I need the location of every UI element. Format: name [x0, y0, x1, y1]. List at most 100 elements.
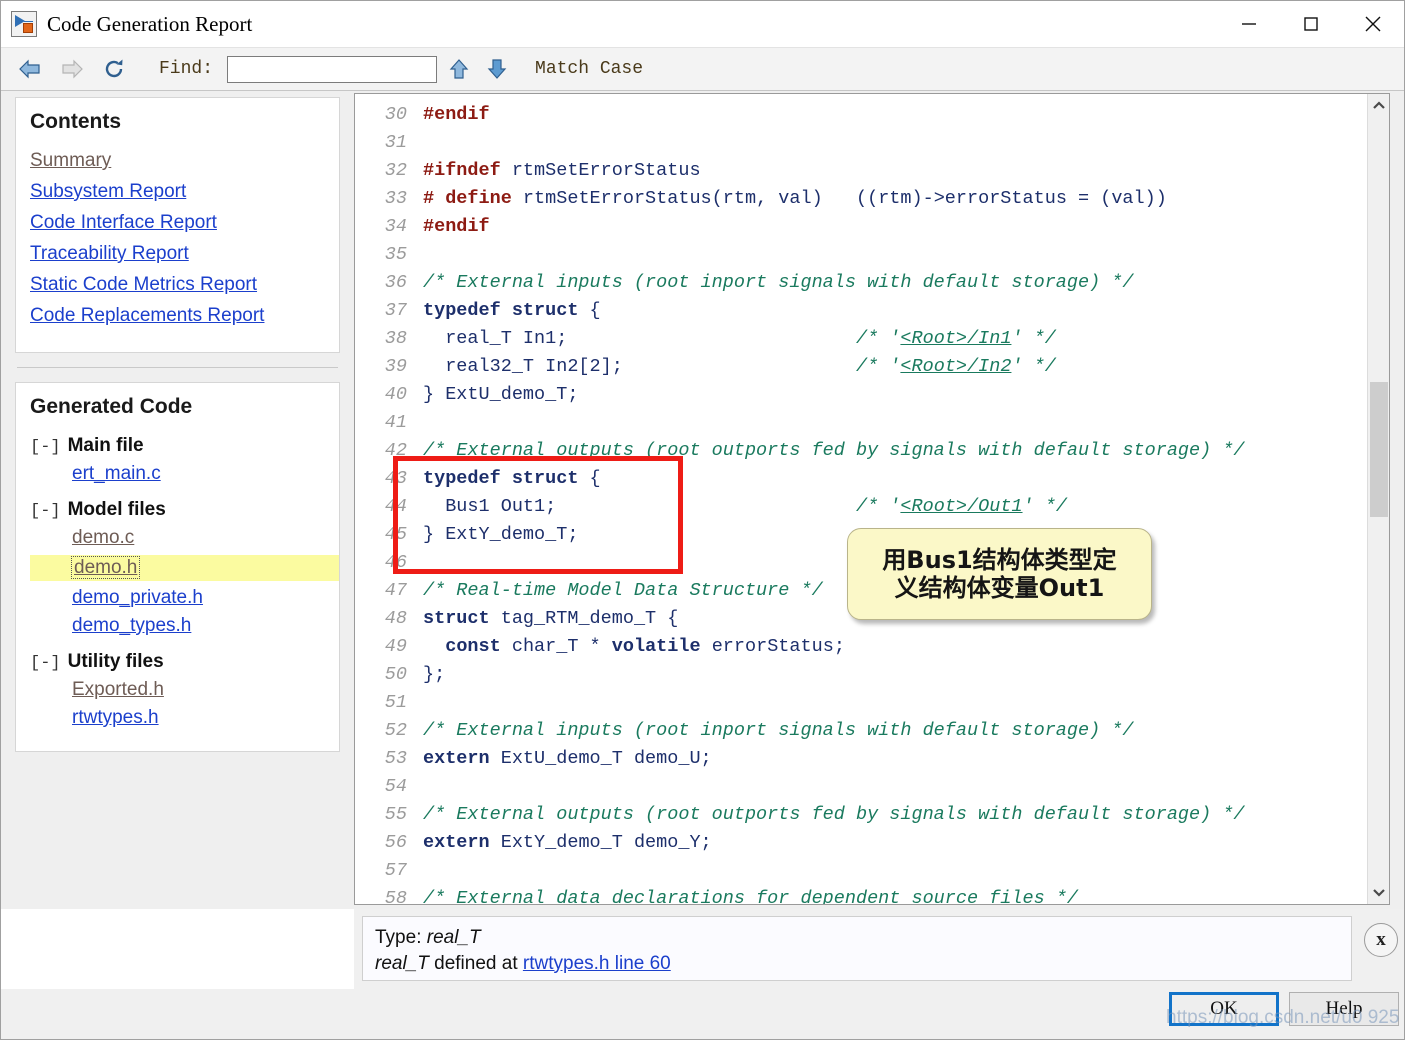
tree-file-demo-h[interactable]: demo.h	[30, 555, 339, 581]
tree-toggle-icon[interactable]: [-]	[30, 438, 61, 457]
line-number: 48	[384, 607, 407, 629]
code-token: /* '	[855, 327, 901, 349]
code-generation-report-window: Code Generation Report Find: Match Case …	[0, 0, 1405, 1040]
line-number: 42	[384, 439, 407, 461]
refresh-icon[interactable]	[97, 54, 131, 84]
code-text: /* External data declarations for depend…	[423, 888, 1078, 905]
minimize-button[interactable]	[1218, 1, 1280, 47]
titlebar: Code Generation Report	[1, 1, 1404, 47]
code-text: #endif	[423, 104, 490, 125]
help-button[interactable]: Help	[1289, 992, 1399, 1026]
back-arrow-icon[interactable]	[13, 54, 47, 84]
ok-button[interactable]: OK	[1169, 992, 1279, 1026]
rtwtypes-link[interactable]: rtwtypes.h line 60	[523, 953, 671, 974]
tree-group-1: [-] Model files	[30, 499, 325, 521]
tree-group-2: [-] Utility files	[30, 651, 325, 673]
code-link[interactable]: <Root>/In2	[900, 356, 1011, 377]
code-token: #endif	[423, 215, 490, 237]
code-link[interactable]: <Root>/Out1	[900, 496, 1022, 517]
type-info-line-2: real_T defined at rtwtypes.h line 60	[375, 951, 1339, 977]
type-info-value: real_T	[426, 927, 481, 948]
tree-file-ert-main-c[interactable]: ert_main.c	[72, 463, 325, 485]
code-line: 41	[355, 408, 1367, 436]
code-token: /* External inputs (root inport signals …	[423, 719, 1134, 741]
code-line: 34 #endif	[355, 212, 1367, 240]
code-line: 58 /* External data declarations for depe…	[355, 884, 1367, 905]
code-token: /* '	[855, 355, 901, 377]
code-text: extern ExtY_demo_T demo_Y;	[423, 832, 712, 853]
annotation-callout: 用Bus1结构体类型定 义结构体变量Out1	[847, 528, 1152, 620]
line-number: 46	[384, 551, 407, 573]
tree-file-rtwtypes-h[interactable]: rtwtypes.h	[72, 707, 325, 729]
generated-code-title: Generated Code	[30, 395, 193, 418]
code-text: #ifndef rtmSetErrorStatus	[423, 160, 701, 181]
line-number: 51	[384, 691, 407, 713]
code-line: 50};	[355, 660, 1367, 688]
contents-link-4[interactable]: Static Code Metrics Report	[30, 274, 325, 296]
tree-group-label: Main file	[67, 435, 144, 456]
line-number: 40	[384, 383, 407, 405]
code-text: #endif	[423, 216, 490, 237]
code-token: tag_RTM_demo_T {	[489, 607, 679, 629]
arrow-down-icon[interactable]	[481, 54, 513, 84]
type-info-box: Type: real_T real_T defined at rtwtypes.…	[362, 916, 1352, 981]
code-token: char_T *	[500, 635, 612, 657]
maximize-button[interactable]	[1280, 1, 1342, 47]
search-input[interactable]	[227, 55, 438, 83]
tree-file-demo-types-h[interactable]: demo_types.h	[72, 615, 325, 637]
code-token: extern	[423, 747, 490, 769]
sidebar: Contents Summary Subsystem Report Code Int…	[15, 97, 340, 907]
code-text: extern ExtU_demo_T demo_U;	[423, 748, 712, 769]
contents-link-5[interactable]: Code Replacements Report	[30, 305, 325, 327]
line-number: 39	[384, 355, 407, 377]
code-line: 42 /* External outputs (root outports fed…	[355, 436, 1367, 464]
scrollbar-thumb[interactable]	[1370, 382, 1388, 517]
code-scrollbar[interactable]	[1367, 94, 1389, 904]
callout-line-1: 用Bus1结构体类型定	[882, 545, 1117, 574]
code-token: # define	[423, 187, 512, 209]
close-button[interactable]	[1342, 1, 1404, 47]
line-number: 47	[384, 579, 407, 601]
code-line: 36 /* External inputs (root inport signal…	[355, 268, 1367, 296]
tree-toggle-icon[interactable]: [-]	[30, 502, 61, 521]
generated-code-tree: [-] Main file ert_main.c [-] Model files demo…	[30, 435, 339, 729]
type-info-prefix: Type:	[375, 927, 427, 948]
code-token: extern	[423, 831, 490, 853]
code-text: } ExtU_demo_T;	[423, 384, 578, 405]
tree-file-exported-h[interactable]: Exported.h	[72, 679, 325, 701]
close-info-button[interactable]: x	[1364, 923, 1398, 957]
contents-link-0[interactable]: Summary	[30, 150, 325, 172]
scroll-up-button[interactable]	[1368, 94, 1389, 116]
code-token: struct	[423, 607, 490, 629]
tree-file-demo-private-h[interactable]: demo_private.h	[72, 587, 325, 609]
code-token: /* Real-time Model Data Structure */	[423, 579, 823, 601]
footer: OK Help	[1, 989, 1404, 1039]
callout-line-2: 义结构体变量Out1	[894, 574, 1105, 602]
code-token: real32_T In2[2];	[423, 355, 856, 377]
contents-link-2[interactable]: Code Interface Report	[30, 212, 325, 234]
code-token: #endif	[423, 103, 490, 125]
match-case-label[interactable]: Match Case	[535, 59, 643, 79]
tree-file-demo-c[interactable]: demo.c	[72, 527, 325, 549]
contents-link-1[interactable]: Subsystem Report	[30, 181, 325, 203]
code-line: 53 extern ExtU_demo_T demo_U;	[355, 744, 1367, 772]
contents-link-3[interactable]: Traceability Report	[30, 243, 325, 265]
code-line: 33 # define rtmSetErrorStatus(rtm, val) (…	[355, 184, 1367, 212]
scroll-down-button[interactable]	[1368, 882, 1389, 904]
code-link[interactable]: <Root>/In1	[900, 328, 1011, 349]
contents-links: Summary Subsystem Report Code Interface Re…	[30, 150, 325, 327]
code-token: ' */	[1022, 495, 1067, 517]
code-token: errorStatus;	[700, 635, 845, 657]
sidebar-divider	[17, 367, 338, 368]
generated-code-panel: Generated Code [-] Main file ert_main.c [-]…	[15, 382, 340, 752]
tree-toggle-icon[interactable]: [-]	[30, 654, 61, 673]
code-token: const	[445, 635, 501, 657]
code-token: ' */	[1011, 355, 1056, 377]
code-listing[interactable]: 30 #endif 31 32 #ifndef rtmSetErrorStatus 33 #…	[355, 94, 1367, 905]
code-viewer: 30 #endif 31 32 #ifndef rtmSetErrorStatus 33 #…	[354, 93, 1390, 905]
window-controls	[1218, 1, 1404, 47]
code-token: typedef struct	[423, 467, 579, 489]
arrow-up-icon[interactable]	[443, 54, 475, 84]
code-token: rtmSetErrorStatus	[500, 159, 701, 181]
